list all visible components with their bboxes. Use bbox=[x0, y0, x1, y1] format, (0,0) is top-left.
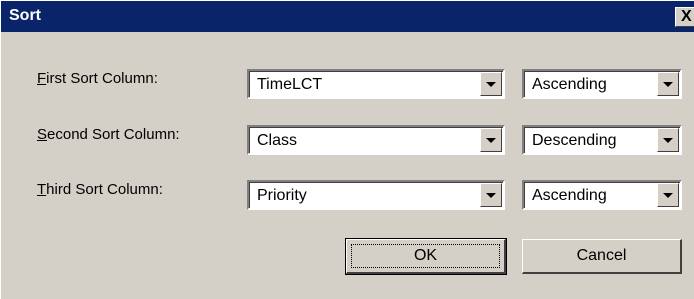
close-icon[interactable]: X bbox=[675, 7, 694, 27]
close-glyph: X bbox=[681, 8, 692, 25]
second-sort-column-value: Class bbox=[257, 132, 298, 149]
second-label-rest: econd Sort Column: bbox=[47, 126, 180, 143]
second-sort-order-select[interactable]: Descending bbox=[522, 125, 682, 155]
second-label-accel: S bbox=[37, 126, 48, 143]
chevron-down-icon[interactable] bbox=[480, 128, 502, 152]
cancel-label: Cancel bbox=[576, 247, 627, 264]
chevron-down-icon[interactable] bbox=[657, 183, 679, 207]
first-sort-column-label: First Sort Column: bbox=[37, 70, 158, 87]
third-sort-order-select[interactable]: Ascending bbox=[522, 180, 682, 210]
chevron-down-icon[interactable] bbox=[657, 128, 679, 152]
title-bar[interactable]: Sort X bbox=[1, 1, 694, 32]
cancel-button[interactable]: Cancel bbox=[522, 239, 682, 274]
first-sort-order-value: Ascending bbox=[532, 76, 607, 93]
third-sort-column-label: Third Sort Column: bbox=[37, 181, 163, 198]
first-sort-column-value: TimeLCT bbox=[257, 76, 323, 93]
third-sort-column-select[interactable]: Priority bbox=[247, 180, 505, 210]
first-label-accel: F bbox=[37, 70, 47, 87]
third-label-accel: T bbox=[37, 181, 47, 198]
sort-dialog: Sort X First Sort Column: TimeLCT Ascend… bbox=[0, 0, 694, 299]
first-label-rest: irst Sort Column: bbox=[46, 70, 158, 87]
third-label-rest: hird Sort Column: bbox=[46, 181, 163, 198]
dialog-title: Sort bbox=[9, 7, 41, 24]
third-sort-order-value: Ascending bbox=[532, 187, 607, 204]
second-sort-column-label: Second Sort Column: bbox=[37, 126, 180, 143]
first-sort-column-select[interactable]: TimeLCT bbox=[247, 69, 505, 99]
chevron-down-icon[interactable] bbox=[480, 72, 502, 96]
focus-rect bbox=[351, 244, 500, 268]
first-sort-order-select[interactable]: Ascending bbox=[522, 69, 682, 99]
third-sort-column-value: Priority bbox=[257, 187, 307, 204]
second-sort-column-select[interactable]: Class bbox=[247, 125, 505, 155]
second-sort-order-value: Descending bbox=[532, 132, 617, 149]
chevron-down-icon[interactable] bbox=[657, 72, 679, 96]
chevron-down-icon[interactable] bbox=[480, 183, 502, 207]
ok-button[interactable]: OK bbox=[345, 238, 507, 275]
